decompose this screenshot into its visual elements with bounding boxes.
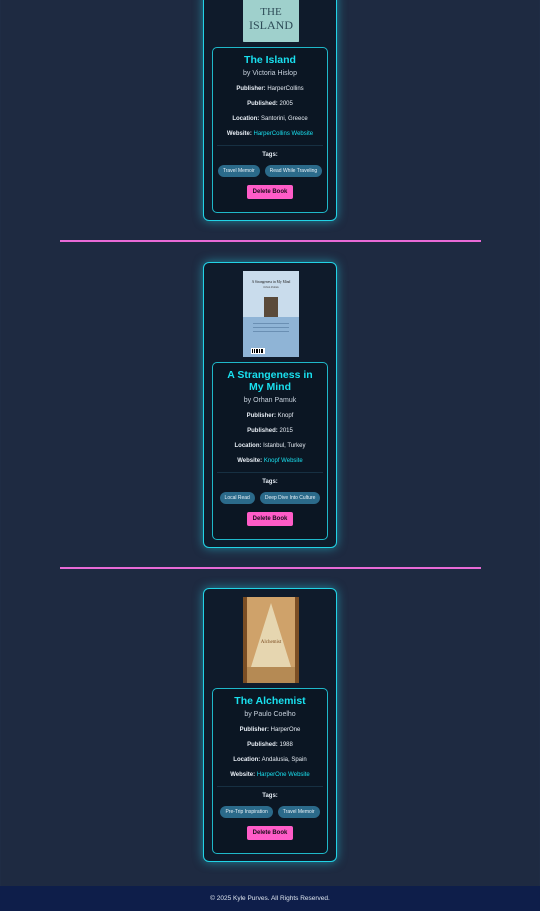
svg-text:Orhan Pamuk: Orhan Pamuk (263, 286, 279, 289)
tag-chip[interactable]: Travel Memoir (217, 165, 260, 177)
book-cover-image: Alchemist (243, 597, 299, 683)
tags-label: Tags: (262, 793, 278, 799)
book-publisher: Publisher: HarperCollins (236, 86, 304, 92)
delete-book-button[interactable]: Delete Book (246, 185, 294, 199)
tag-chip[interactable]: Pre-Trip Inspiration (220, 806, 273, 818)
book-location: Location: Andalusia, Spain (233, 757, 307, 763)
section-divider (217, 786, 323, 787)
svg-text:ISLAND: ISLAND (249, 18, 293, 32)
book-title: The Island (244, 54, 296, 66)
book-publisher: Publisher: HarperOne (239, 727, 301, 733)
book-published: Published: 2015 (247, 428, 293, 434)
book-location: Location: Santorini, Greece (232, 116, 308, 122)
footer: © 2025 Kyle Purves. All Rights Reserved. (0, 886, 540, 911)
book-divider (60, 240, 481, 242)
book-author: by Paulo Coelho (244, 711, 296, 718)
tag-chip[interactable]: Deep Dive Into Culture (259, 492, 321, 504)
section-divider (217, 472, 323, 473)
svg-text:THE: THE (260, 6, 282, 18)
book-author: by Victoria Hislop (243, 70, 297, 77)
copyright-text: © 2025 Kyle Purves. All Rights Reserved. (210, 895, 330, 902)
website-link[interactable]: HarperCollins Website (254, 131, 314, 137)
book-cover-image: THE ISLAND (243, 0, 299, 42)
section-divider (217, 145, 323, 146)
book-location: Location: Istanbul, Turkey (234, 443, 306, 449)
book-title: The Alchemist (234, 695, 306, 707)
tag-list: Travel Memoir Read While Traveling (213, 165, 327, 177)
delete-book-button[interactable]: Delete Book (246, 512, 294, 526)
book-title: A Strangeness in My Mind (227, 369, 313, 393)
website-link[interactable]: HarperOne Website (257, 772, 310, 778)
book-published: Published: 1988 (247, 742, 293, 748)
book-card: Alchemist The Alchemist by Paulo Coelho … (203, 588, 337, 862)
tags-label: Tags: (262, 152, 278, 158)
tag-chip[interactable]: Local Read (219, 492, 255, 504)
book-cover-image: A Strangeness in My Mind Orhan Pamuk (243, 271, 299, 357)
book-published: Published: 2005 (247, 101, 293, 107)
tag-chip[interactable]: Read While Traveling (264, 165, 323, 177)
svg-text:Alchemist: Alchemist (261, 640, 282, 645)
book-details: The Island by Victoria Hislop Publisher:… (212, 47, 328, 213)
tags-label: Tags: (262, 479, 278, 485)
website-link[interactable]: Knopf Website (264, 458, 303, 464)
tag-chip[interactable]: Travel Memoir (277, 806, 320, 818)
svg-text:A Strangeness in My Mind: A Strangeness in My Mind (252, 280, 291, 284)
book-publisher: Publisher: Knopf (246, 413, 294, 419)
book-card: A Strangeness in My Mind Orhan Pamuk A S… (203, 262, 337, 548)
book-card: THE ISLAND The Island by Victoria Hislop… (203, 0, 337, 221)
delete-book-button[interactable]: Delete Book (246, 826, 294, 840)
book-details: The Alchemist by Paulo Coelho Publisher:… (212, 688, 328, 854)
book-website: Website: Knopf Website (237, 458, 303, 464)
tag-list: Local Read Deep Dive Into Culture (213, 492, 327, 504)
book-author: by Orhan Pamuk (243, 397, 297, 404)
book-divider (60, 567, 481, 569)
page: THE ISLAND The Island by Victoria Hislop… (1, 0, 539, 911)
book-website: Website: HarperOne Website (230, 772, 310, 778)
tag-list: Pre-Trip Inspiration Travel Memoir (213, 806, 327, 818)
book-website: Website: HarperCollins Website (226, 131, 314, 137)
book-details: A Strangeness in My Mind by Orhan Pamuk … (212, 362, 328, 540)
